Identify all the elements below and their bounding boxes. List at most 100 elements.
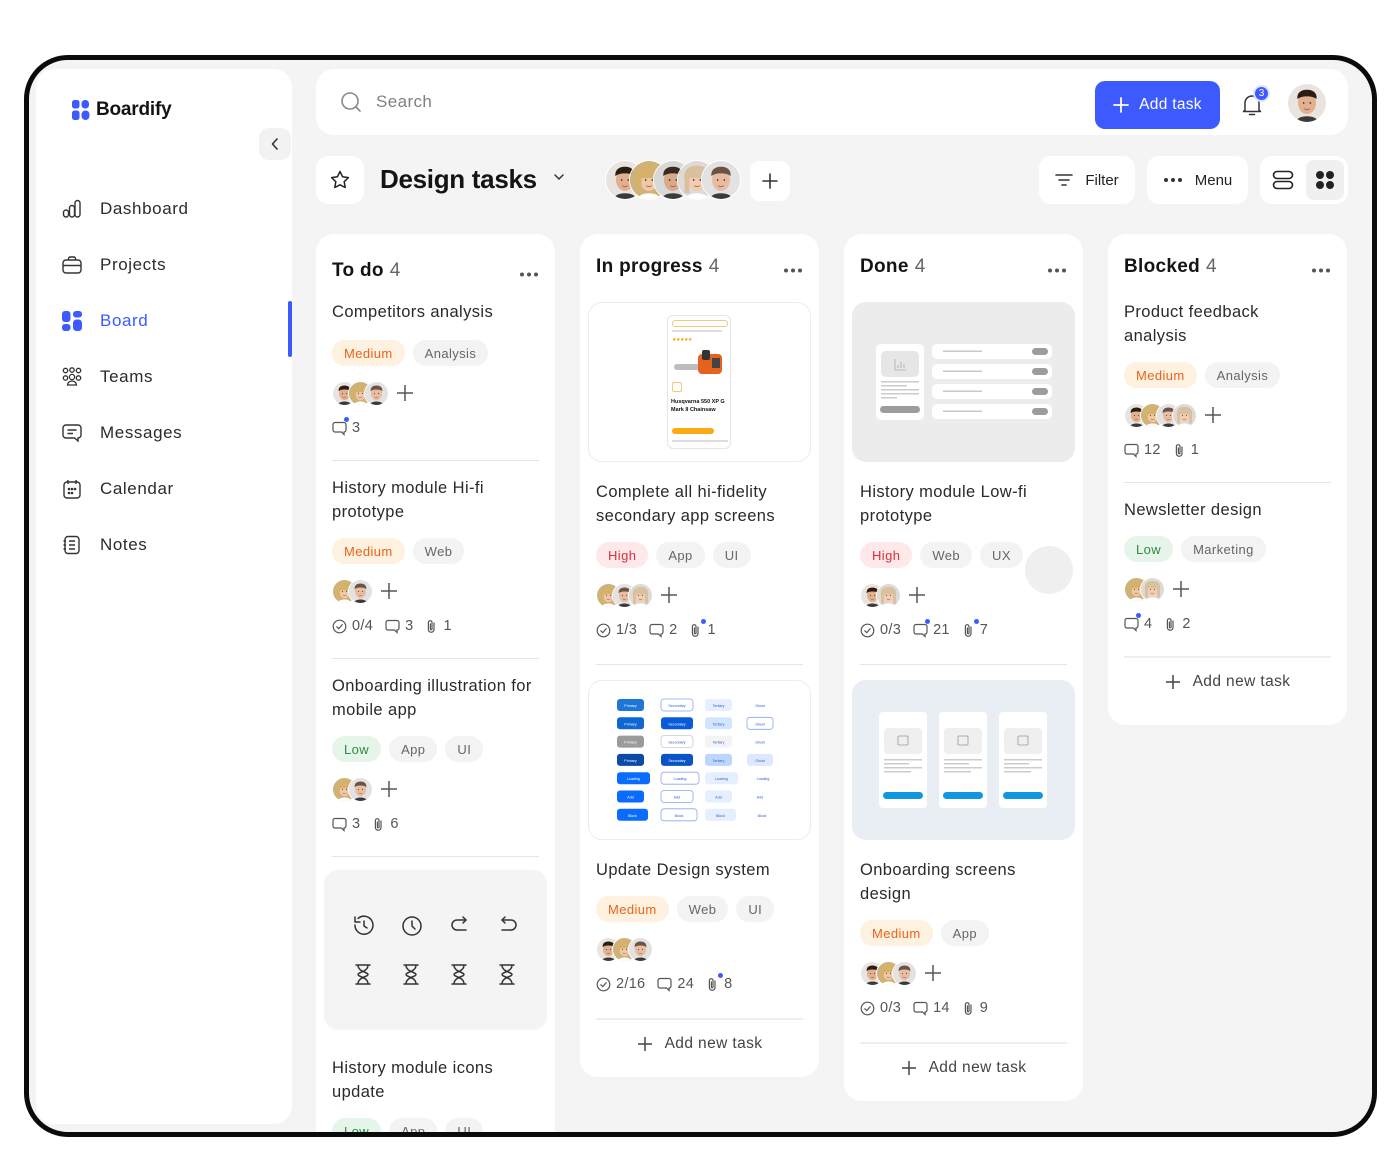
unread-dot <box>718 973 724 978</box>
column-title: Done <box>860 256 909 277</box>
task-card[interactable]: History module Low-fi prototype High Web… <box>844 296 1083 664</box>
comments-count: 3 <box>385 618 413 634</box>
ds-button-label: Add <box>757 796 763 800</box>
ds-button-label: Block <box>675 814 684 818</box>
sidebar-item-board[interactable]: Board <box>36 293 292 357</box>
assignee-avatar <box>1172 402 1197 428</box>
unread-dot <box>973 619 979 624</box>
notifications-button[interactable]: 3 <box>1241 85 1270 117</box>
ds-button-label: Tertiary <box>713 722 725 726</box>
image-placeholder <box>944 728 982 754</box>
search-bar <box>340 91 776 113</box>
column-count: 4 <box>1206 256 1217 277</box>
column-more-button[interactable] <box>783 260 803 278</box>
filter-button[interactable]: Filter <box>1039 156 1135 204</box>
add-assignee-button[interactable] <box>908 586 926 604</box>
add-new-task-label: Add new task <box>1192 673 1291 690</box>
clock-icon <box>402 916 422 936</box>
priority-tag: Medium <box>596 896 669 922</box>
column-more-button[interactable] <box>1047 260 1067 278</box>
assignee-avatar <box>1140 576 1165 602</box>
attachments-count: 1 <box>1173 442 1199 458</box>
grid-view-button[interactable] <box>1306 160 1344 200</box>
menu-button[interactable]: Menu <box>1147 156 1248 204</box>
comment-icon <box>913 623 928 638</box>
image-placeholder <box>884 728 922 754</box>
logo[interactable]: Boardify <box>72 99 172 121</box>
task-title: History module Low-fi prototype <box>860 483 1028 525</box>
sidebar-item-teams[interactable]: Teams <box>36 349 292 405</box>
check-circle-icon <box>596 977 611 992</box>
ds-button-label: Add <box>627 796 633 800</box>
more-horizontal-icon <box>784 268 802 273</box>
add-task-button[interactable]: Add task <box>1095 81 1220 129</box>
comments-count: 4 <box>1124 613 1152 632</box>
column-more-button[interactable] <box>519 264 539 282</box>
favorite-button[interactable] <box>316 156 364 204</box>
list-view-button[interactable] <box>1264 160 1302 200</box>
sidebar-item-label: Calendar <box>100 479 174 498</box>
add-assignee-button[interactable] <box>380 582 398 600</box>
ds-button-label: Loading <box>674 777 687 781</box>
attachments-count: 9 <box>962 1000 988 1016</box>
task-card[interactable]: Product feedback analysis Medium Analysi… <box>1108 300 1347 482</box>
category-tag: Analysis <box>1204 362 1281 388</box>
task-card[interactable]: History module icons update Low App UI <box>316 856 555 1132</box>
category-tag: Web <box>920 542 973 568</box>
category-tag: App <box>389 736 438 762</box>
ds-button-label: Primary <box>624 741 637 745</box>
task-card[interactable]: Primary Secondary Tertiary Ghost Primary Seco… <box>580 664 819 1018</box>
task-card[interactable]: Competitors analysis Medium Analysis 3 <box>316 300 555 460</box>
face-illustration <box>1288 84 1326 122</box>
comment-icon <box>332 817 347 832</box>
search-input[interactable] <box>376 92 776 112</box>
app-name: Boardify <box>96 99 172 120</box>
assignee-avatar <box>876 582 901 608</box>
sidebar-item-label: Projects <box>100 255 167 274</box>
task-card[interactable]: Newsletter design Low Marketing 4 2 <box>1108 482 1347 656</box>
sidebar-item-projects[interactable]: Projects <box>36 237 292 293</box>
add-new-task-button[interactable]: Add new task <box>1124 656 1331 706</box>
star-icon <box>330 170 350 189</box>
sidebar-item-messages[interactable]: Messages <box>36 405 292 461</box>
check-circle-icon <box>860 1001 875 1016</box>
add-assignee-button[interactable] <box>380 780 398 798</box>
lowfi-row-pill <box>1032 408 1048 415</box>
add-new-task-button[interactable]: Add new task <box>596 1018 803 1068</box>
ds-button-label: Primary <box>624 704 637 708</box>
add-assignee-button[interactable] <box>660 586 678 604</box>
add-assignee-button[interactable] <box>396 384 414 402</box>
plus-icon <box>1205 407 1221 423</box>
message-icon <box>62 423 82 443</box>
comment-icon <box>1124 617 1139 632</box>
task-card[interactable]: ★★★★★ Husqvarna 550 XP G Mark II Chainsa… <box>580 296 819 664</box>
comments-count: 24 <box>657 976 694 992</box>
ds-button-label: Secondary <box>668 722 685 726</box>
top-bar: Add task 3 <box>316 69 1348 135</box>
sidebar-nav: Dashboard Projects Board Teams Messages … <box>36 181 292 573</box>
add-assignee-button[interactable] <box>924 964 942 982</box>
paperclip-icon <box>372 817 385 832</box>
task-card[interactable]: Onboarding illustration for mobile app L… <box>316 658 555 856</box>
ds-button-label: Secondary <box>668 741 685 745</box>
sidebar-item-calendar[interactable]: Calendar <box>36 461 292 517</box>
collapse-sidebar-button[interactable] <box>259 128 291 160</box>
add-member-button[interactable] <box>750 161 790 201</box>
user-avatar[interactable] <box>1287 83 1327 123</box>
face-illustration <box>629 937 652 961</box>
plus-icon <box>1113 97 1130 113</box>
task-card[interactable]: History module Hi-fi prototype Medium We… <box>316 460 555 658</box>
board-switcher-chevron[interactable] <box>552 170 566 189</box>
column-more-button[interactable] <box>1311 260 1331 278</box>
task-card[interactable]: Onboarding screens design Medium App 0/3… <box>844 664 1083 1042</box>
add-assignee-button[interactable] <box>1172 580 1190 598</box>
face-illustration <box>1173 403 1196 427</box>
add-assignee-button[interactable] <box>1204 406 1222 424</box>
sidebar-item-notes[interactable]: Notes <box>36 517 292 573</box>
add-new-task-button[interactable]: Add new task <box>860 1042 1067 1092</box>
comment-icon <box>1124 443 1139 458</box>
board-members[interactable] <box>605 160 741 200</box>
sidebar-item-dashboard[interactable]: Dashboard <box>36 181 292 237</box>
face-illustration <box>629 583 652 607</box>
priority-tag: High <box>596 542 649 568</box>
